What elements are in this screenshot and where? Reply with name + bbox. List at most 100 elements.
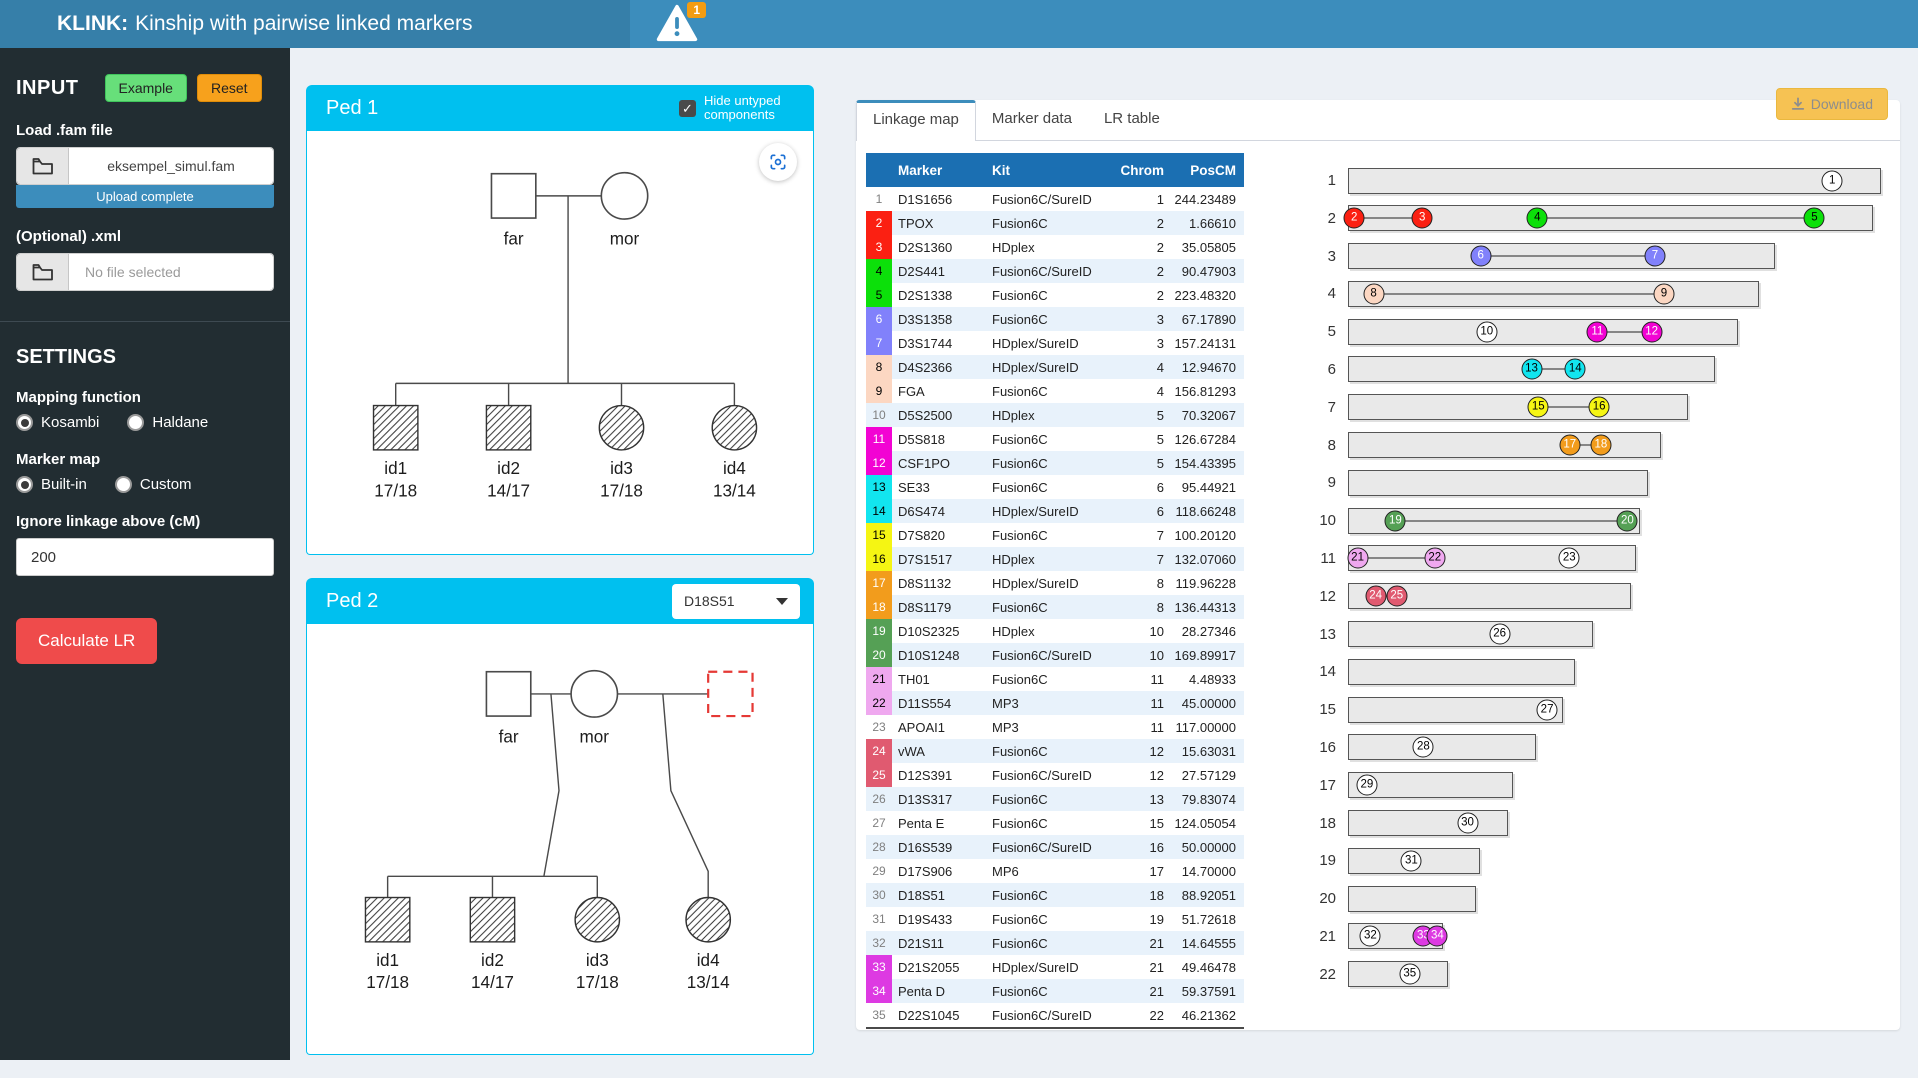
chromosome-bar (1348, 470, 1648, 496)
chromosome-row: 1729 (1282, 772, 1886, 799)
marker-circle: 27 (1537, 699, 1558, 720)
ped1-title: Ped 1 (326, 97, 679, 120)
chromosome-label: 14 (1282, 663, 1336, 680)
chromosome-row: 11212223 (1282, 545, 1886, 572)
table-row: 9FGAFusion6C4156.81293 (866, 379, 1244, 403)
chromosome-bar: 29 (1348, 772, 1513, 798)
table-row: 10D5S2500HDplex570.32067 (866, 403, 1244, 427)
radio-haldane[interactable]: Haldane (127, 414, 208, 431)
marker-index-badge: 21 (866, 667, 892, 691)
linkage-line (1358, 558, 1435, 559)
marker-index-badge: 2 (866, 211, 892, 235)
ped2-mother-label: mor (580, 726, 610, 746)
chromosome-label: 16 (1282, 739, 1336, 756)
svg-text:id4: id4 (697, 950, 720, 970)
pedigree-column: Ped 1 ✓ Hide untyped components (306, 85, 814, 1078)
svg-text:id3: id3 (586, 950, 609, 970)
chromosome-bar: 2345 (1348, 205, 1873, 231)
chromosome-label: 10 (1282, 512, 1336, 529)
calculate-lr-button[interactable]: Calculate LR (16, 618, 157, 664)
folder-icon (17, 254, 69, 290)
ped2-father-label: far (499, 726, 519, 746)
fit-view-button[interactable] (759, 143, 797, 181)
marker-index-badge: 17 (866, 571, 892, 595)
marker-index-badge: 24 (866, 739, 892, 763)
ped1-child4-shape (712, 406, 756, 450)
chromosome-label: 13 (1282, 626, 1336, 643)
results-card: Linkage mapMarker dataLR table MarkerKit… (856, 100, 1900, 1030)
fam-file-input[interactable]: eksempel_simul.fam (16, 147, 274, 185)
linkage-line (1537, 218, 1814, 219)
radio-built-in[interactable]: Built-in (16, 476, 87, 493)
chromosome-label: 6 (1282, 361, 1336, 378)
marker-index-badge: 4 (866, 259, 892, 283)
ped1-card: Ped 1 ✓ Hide untyped components (306, 85, 814, 555)
example-button[interactable]: Example (105, 74, 187, 102)
marker-index-badge: 31 (866, 907, 892, 931)
chromosome-bar: 101112 (1348, 319, 1738, 345)
table-row: 26D13S317Fusion6C1379.83074 (866, 787, 1244, 811)
svg-text:13/14: 13/14 (713, 480, 756, 500)
marker-map-label: Marker map (16, 451, 274, 468)
radio-custom[interactable]: Custom (115, 476, 192, 493)
chromosome-row: 2235 (1282, 961, 1886, 988)
chromosome-label: 4 (1282, 285, 1336, 302)
xml-file-input[interactable]: No file selected (16, 253, 274, 291)
marker-index-badge: 13 (866, 475, 892, 499)
radio-kosambi[interactable]: Kosambi (16, 414, 99, 431)
tab-marker-data[interactable]: Marker data (976, 100, 1088, 140)
app-name: KLINK: (57, 12, 128, 36)
warning-menu[interactable]: 1 (656, 4, 702, 44)
chromosome-label: 11 (1282, 550, 1336, 567)
marker-select[interactable]: D18S51 (672, 584, 800, 619)
app-logo: KLINK: Kinship with pairwise linked mark… (0, 0, 630, 48)
radio-label: Built-in (41, 476, 87, 493)
main-content: Ped 1 ✓ Hide untyped components (290, 48, 1918, 1060)
marker-circle: 30 (1457, 813, 1478, 834)
table-row: 27Penta EFusion6C15124.05054 (866, 811, 1244, 835)
svg-text:id1: id1 (384, 458, 407, 478)
download-button[interactable]: Download (1776, 88, 1888, 120)
marker-circle: 4 (1527, 208, 1548, 229)
settings-heading: SETTINGS (16, 346, 274, 369)
table-row: 16D7S1517HDplex7132.07060 (866, 547, 1244, 571)
chromosome-row: 9 (1282, 469, 1886, 496)
marker-circle: 12 (1641, 321, 1662, 342)
radio-label: Kosambi (41, 414, 99, 431)
marker-circle: 34 (1427, 926, 1448, 947)
reset-button[interactable]: Reset (197, 74, 262, 102)
ped1-child2-shape (486, 406, 530, 450)
chromosome-row: 122425 (1282, 583, 1886, 610)
marker-circle: 2 (1344, 208, 1365, 229)
hide-untyped-checkbox[interactable]: ✓ Hide untyped components (679, 94, 800, 122)
tab-lr-table[interactable]: LR table (1088, 100, 1176, 140)
marker-index-badge: 18 (866, 595, 892, 619)
marker-circle: 17 (1559, 435, 1580, 456)
tab-linkage-map[interactable]: Linkage map (856, 100, 976, 141)
marker-circle: 31 (1401, 850, 1422, 871)
table-row: 28D16S539Fusion6C/SureID1650.00000 (866, 835, 1244, 859)
chromosome-label: 1 (1282, 172, 1336, 189)
svg-text:17/18: 17/18 (374, 480, 417, 500)
table-row: 22D11S554MP31145.00000 (866, 691, 1244, 715)
table-row: 6D3S1358Fusion6C367.17890 (866, 307, 1244, 331)
linkage-line (1374, 293, 1664, 294)
folder-icon (17, 148, 69, 184)
ped1-svg: far mor id117/18 id214/17 id317/18 id413… (307, 131, 811, 543)
chromosome-label: 19 (1282, 852, 1336, 869)
marker-table: MarkerKitChromPosCM1D1S1656Fusion6C/Sure… (866, 153, 1244, 1029)
marker-index-badge: 20 (866, 643, 892, 667)
marker-circle: 23 (1559, 548, 1580, 569)
svg-text:id3: id3 (610, 458, 633, 478)
chromosome-bar: 35 (1348, 961, 1448, 987)
marker-index-badge: 5 (866, 283, 892, 307)
ped1-father-shape (491, 174, 535, 218)
ignore-linkage-input[interactable] (16, 538, 274, 576)
marker-index-badge: 29 (866, 859, 892, 883)
marker-index-badge: 28 (866, 835, 892, 859)
chromosome-row: 61314 (1282, 356, 1886, 383)
chromosome-bar: 1920 (1348, 508, 1640, 534)
chromosome-bar: 31 (1348, 848, 1480, 874)
marker-circle: 3 (1412, 208, 1433, 229)
marker-circle: 14 (1565, 359, 1586, 380)
